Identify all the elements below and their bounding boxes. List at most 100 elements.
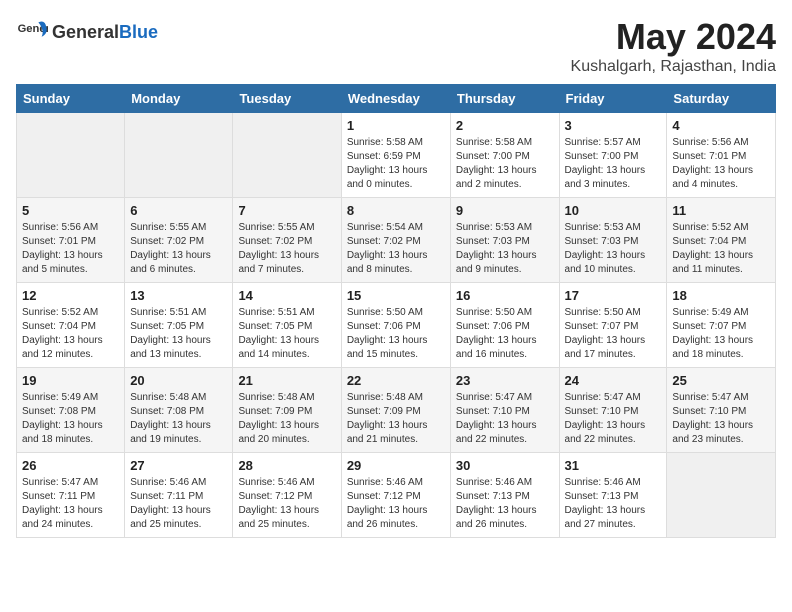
calendar-cell: 25Sunrise: 5:47 AMSunset: 7:10 PMDayligh… [667, 368, 776, 453]
cell-day-number: 30 [456, 458, 554, 473]
calendar-cell: 23 Sunrise: 5:47 AMSunset: 7:10 PMDayligh… [450, 368, 559, 453]
calendar-cell [17, 113, 125, 198]
calendar-cell: 6 Sunrise: 5:55 AMSunset: 7:02 PMDaylight… [125, 198, 233, 283]
logo-icon: General [16, 16, 48, 48]
cell-info-text: Sunrise: 5:50 AMSunset: 7:06 PMDaylight:… [347, 306, 445, 362]
cell-info-text: Sunrise: 5:51 AMSunset: 7:05 PMDaylight:… [238, 306, 335, 362]
calendar-cell: 18Sunrise: 5:49 AMSunset: 7:07 PMDayligh… [667, 283, 776, 368]
day-header-thursday: Thursday [450, 85, 559, 113]
calendar-cell: 16 Sunrise: 5:50 AMSunset: 7:06 PMDayligh… [450, 283, 559, 368]
cell-info-text: Sunrise: 5:52 AMSunset: 7:04 PMDaylight:… [22, 306, 119, 362]
calendar-cell: 10 Sunrise: 5:53 AMSunset: 7:03 PMDayligh… [559, 198, 667, 283]
cell-info-text: Sunrise: 5:58 AMSunset: 7:00 PMDaylight:… [456, 136, 554, 192]
cell-day-number: 15 [347, 288, 445, 303]
cell-info-text: Sunrise: 5:51 AMSunset: 7:05 PMDaylight:… [130, 306, 227, 362]
calendar-cell: 4 Sunrise: 5:56 AMSunset: 7:01 PMDaylight… [667, 113, 776, 198]
calendar-cell: 27 Sunrise: 5:46 AMSunset: 7:11 PMDayligh… [125, 453, 233, 538]
cell-day-number: 31 [565, 458, 662, 473]
calendar-cell: 1 Sunrise: 5:58 AMSunset: 6:59 PMDaylight… [341, 113, 450, 198]
cell-info-text: Sunrise: 5:49 AMSunset: 7:08 PMDaylight:… [22, 391, 119, 447]
calendar-cell: 24 Sunrise: 5:47 AMSunset: 7:10 PMDayligh… [559, 368, 667, 453]
calendar-cell: 20Sunrise: 5:48 AMSunset: 7:08 PMDayligh… [125, 368, 233, 453]
calendar-cell: 13 Sunrise: 5:51 AMSunset: 7:05 PMDayligh… [125, 283, 233, 368]
cell-day-number: 4 [672, 118, 770, 133]
cell-info-text: Sunrise: 5:48 AMSunset: 7:09 PMDaylight:… [347, 391, 445, 447]
title-block: May 2024 Kushalgarh, Rajasthan, India [571, 16, 776, 76]
day-header-tuesday: Tuesday [233, 85, 341, 113]
calendar-cell: 30 Sunrise: 5:46 AMSunset: 7:13 PMDayligh… [450, 453, 559, 538]
calendar-cell: 28 Sunrise: 5:46 AMSunset: 7:12 PMDayligh… [233, 453, 341, 538]
calendar-table: SundayMondayTuesdayWednesdayThursdayFrid… [16, 84, 776, 538]
cell-day-number: 6 [130, 203, 227, 218]
calendar-cell: 19Sunrise: 5:49 AMSunset: 7:08 PMDayligh… [17, 368, 125, 453]
cell-info-text: Sunrise: 5:46 AMSunset: 7:11 PMDaylight:… [130, 476, 227, 532]
cell-info-text: Sunrise: 5:55 AMSunset: 7:02 PMDaylight:… [130, 221, 227, 277]
cell-info-text: Sunrise: 5:56 AMSunset: 7:01 PMDaylight:… [22, 221, 119, 277]
cell-day-number: 24 [565, 373, 662, 388]
day-header-friday: Friday [559, 85, 667, 113]
calendar-cell: 11Sunrise: 5:52 AMSunset: 7:04 PMDayligh… [667, 198, 776, 283]
cell-info-text: Sunrise: 5:50 AMSunset: 7:06 PMDaylight:… [456, 306, 554, 362]
calendar-cell: 21 Sunrise: 5:48 AMSunset: 7:09 PMDayligh… [233, 368, 341, 453]
calendar-week-row: 26Sunrise: 5:47 AMSunset: 7:11 PMDayligh… [17, 453, 776, 538]
calendar-cell: 29Sunrise: 5:46 AMSunset: 7:12 PMDayligh… [341, 453, 450, 538]
cell-day-number: 17 [565, 288, 662, 303]
cell-info-text: Sunrise: 5:57 AMSunset: 7:00 PMDaylight:… [565, 136, 662, 192]
cell-info-text: Sunrise: 5:46 AMSunset: 7:12 PMDaylight:… [238, 476, 335, 532]
calendar-header-row: SundayMondayTuesdayWednesdayThursdayFrid… [17, 85, 776, 113]
cell-day-number: 8 [347, 203, 445, 218]
cell-info-text: Sunrise: 5:55 AMSunset: 7:02 PMDaylight:… [238, 221, 335, 277]
calendar-cell: 2 Sunrise: 5:58 AMSunset: 7:00 PMDaylight… [450, 113, 559, 198]
calendar-cell [125, 113, 233, 198]
day-header-sunday: Sunday [17, 85, 125, 113]
cell-info-text: Sunrise: 5:48 AMSunset: 7:09 PMDaylight:… [238, 391, 335, 447]
calendar-week-row: 19Sunrise: 5:49 AMSunset: 7:08 PMDayligh… [17, 368, 776, 453]
cell-day-number: 12 [22, 288, 119, 303]
cell-day-number: 5 [22, 203, 119, 218]
calendar-cell: 17 Sunrise: 5:50 AMSunset: 7:07 PMDayligh… [559, 283, 667, 368]
cell-info-text: Sunrise: 5:47 AMSunset: 7:10 PMDaylight:… [672, 391, 770, 447]
cell-day-number: 10 [565, 203, 662, 218]
logo: General GeneralBlue [16, 16, 158, 48]
cell-info-text: Sunrise: 5:53 AMSunset: 7:03 PMDaylight:… [565, 221, 662, 277]
location-title: Kushalgarh, Rajasthan, India [571, 58, 776, 76]
cell-day-number: 18 [672, 288, 770, 303]
cell-day-number: 28 [238, 458, 335, 473]
cell-info-text: Sunrise: 5:58 AMSunset: 6:59 PMDaylight:… [347, 136, 445, 192]
calendar-cell: 26Sunrise: 5:47 AMSunset: 7:11 PMDayligh… [17, 453, 125, 538]
cell-info-text: Sunrise: 5:46 AMSunset: 7:12 PMDaylight:… [347, 476, 445, 532]
cell-info-text: Sunrise: 5:46 AMSunset: 7:13 PMDaylight:… [456, 476, 554, 532]
cell-day-number: 22 [347, 373, 445, 388]
logo-text: GeneralBlue [52, 22, 158, 43]
cell-info-text: Sunrise: 5:54 AMSunset: 7:02 PMDaylight:… [347, 221, 445, 277]
page-header: General GeneralBlue May 2024 Kushalgarh,… [16, 16, 776, 76]
calendar-cell: 5 Sunrise: 5:56 AMSunset: 7:01 PMDaylight… [17, 198, 125, 283]
cell-info-text: Sunrise: 5:52 AMSunset: 7:04 PMDaylight:… [672, 221, 770, 277]
calendar-week-row: 12 Sunrise: 5:52 AMSunset: 7:04 PMDayligh… [17, 283, 776, 368]
cell-day-number: 9 [456, 203, 554, 218]
calendar-cell: 14Sunrise: 5:51 AMSunset: 7:05 PMDayligh… [233, 283, 341, 368]
cell-info-text: Sunrise: 5:56 AMSunset: 7:01 PMDaylight:… [672, 136, 770, 192]
cell-info-text: Sunrise: 5:53 AMSunset: 7:03 PMDaylight:… [456, 221, 554, 277]
cell-day-number: 27 [130, 458, 227, 473]
cell-day-number: 16 [456, 288, 554, 303]
cell-day-number: 3 [565, 118, 662, 133]
calendar-cell: 31 Sunrise: 5:46 AMSunset: 7:13 PMDayligh… [559, 453, 667, 538]
cell-info-text: Sunrise: 5:50 AMSunset: 7:07 PMDaylight:… [565, 306, 662, 362]
cell-day-number: 2 [456, 118, 554, 133]
cell-info-text: Sunrise: 5:47 AMSunset: 7:10 PMDaylight:… [565, 391, 662, 447]
calendar-cell: 8 Sunrise: 5:54 AMSunset: 7:02 PMDaylight… [341, 198, 450, 283]
cell-day-number: 13 [130, 288, 227, 303]
cell-day-number: 23 [456, 373, 554, 388]
calendar-week-row: 5 Sunrise: 5:56 AMSunset: 7:01 PMDaylight… [17, 198, 776, 283]
day-header-monday: Monday [125, 85, 233, 113]
cell-info-text: Sunrise: 5:47 AMSunset: 7:10 PMDaylight:… [456, 391, 554, 447]
calendar-cell: 22 Sunrise: 5:48 AMSunset: 7:09 PMDayligh… [341, 368, 450, 453]
calendar-week-row: 1 Sunrise: 5:58 AMSunset: 6:59 PMDaylight… [17, 113, 776, 198]
calendar-cell: 9 Sunrise: 5:53 AMSunset: 7:03 PMDaylight… [450, 198, 559, 283]
calendar-cell [233, 113, 341, 198]
calendar-cell: 15 Sunrise: 5:50 AMSunset: 7:06 PMDayligh… [341, 283, 450, 368]
cell-day-number: 21 [238, 373, 335, 388]
cell-day-number: 1 [347, 118, 445, 133]
cell-info-text: Sunrise: 5:46 AMSunset: 7:13 PMDaylight:… [565, 476, 662, 532]
